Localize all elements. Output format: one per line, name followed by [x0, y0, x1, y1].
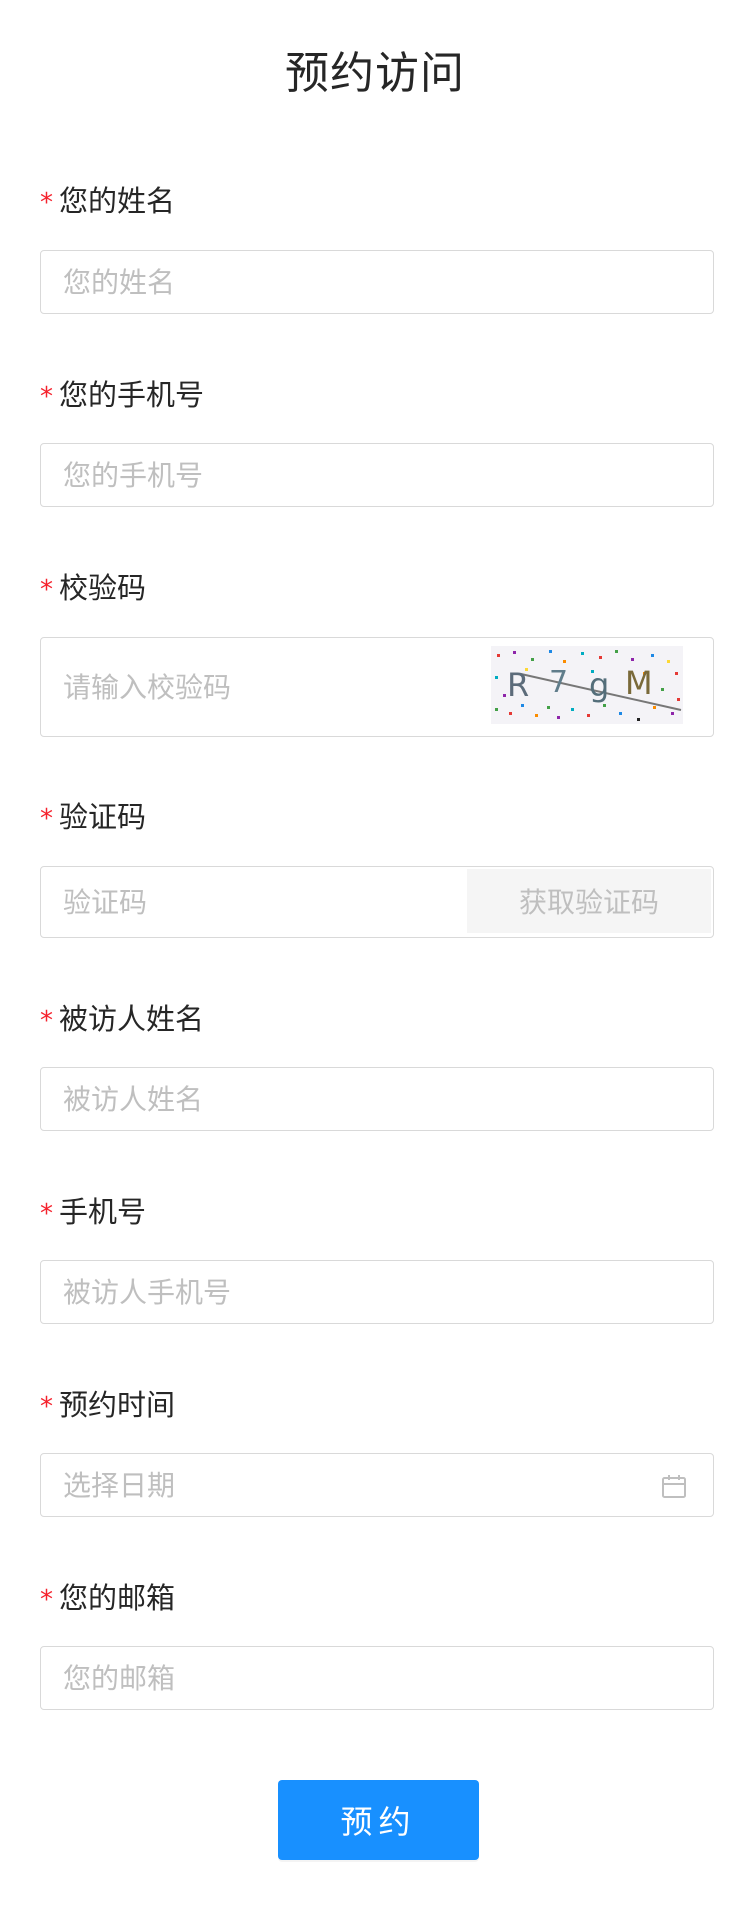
visitee-phone-label-text: 手机号	[59, 1195, 147, 1229]
get-sms-code-button[interactable]: 获取验证码	[467, 869, 711, 933]
visitee-phone-input[interactable]	[63, 1261, 683, 1323]
reserve-button[interactable]: 预约	[278, 1780, 479, 1860]
phone-input[interactable]	[63, 444, 683, 506]
captcha-char: 7	[549, 665, 568, 700]
visitee-name-field[interactable]	[40, 1067, 714, 1131]
captcha-label: * 校验码	[40, 568, 146, 612]
required-mark: *	[40, 382, 53, 412]
name-label-text: 您的姓名	[59, 184, 176, 218]
required-mark: *	[40, 1392, 53, 1422]
required-mark: *	[40, 575, 53, 605]
captcha-label-text: 校验码	[59, 571, 147, 605]
captcha-image[interactable]: R 7 g M	[491, 646, 683, 724]
email-label-text: 您的邮箱	[59, 1581, 176, 1615]
email-field[interactable]	[40, 1646, 714, 1710]
required-mark: *	[40, 1585, 53, 1615]
required-mark: *	[40, 1006, 53, 1036]
sms-code-field[interactable]: 获取验证码	[40, 866, 714, 938]
name-label: * 您的姓名	[40, 181, 175, 225]
required-mark: *	[40, 188, 53, 218]
visitee-name-label: * 被访人姓名	[40, 999, 204, 1043]
visitee-phone-field[interactable]	[40, 1260, 714, 1324]
sms-code-input[interactable]	[63, 867, 453, 937]
captcha-char: R	[507, 666, 529, 704]
name-field[interactable]	[40, 250, 714, 314]
visit-time-field[interactable]	[40, 1453, 714, 1517]
name-input[interactable]	[63, 251, 683, 313]
email-label: * 您的邮箱	[40, 1578, 175, 1622]
captcha-char: g	[589, 666, 609, 704]
required-mark: *	[40, 1199, 53, 1229]
email-input[interactable]	[63, 1647, 683, 1709]
phone-label: * 您的手机号	[40, 375, 204, 419]
page-title: 预约访问	[285, 48, 465, 99]
reservation-page: 预约访问 *您的姓名 *您的手机号 *校验码	[0, 0, 750, 1916]
visitee-name-input[interactable]	[63, 1068, 683, 1130]
sms-code-label: * 验证码	[40, 797, 146, 841]
visitee-name-label-text: 被访人姓名	[59, 1002, 205, 1036]
captcha-field[interactable]: R 7 g M	[40, 637, 714, 737]
phone-field[interactable]	[40, 443, 714, 507]
captcha-input[interactable]	[63, 638, 463, 736]
required-mark: *	[40, 804, 53, 834]
captcha-char: M	[625, 664, 653, 702]
phone-label-text: 您的手机号	[59, 378, 205, 412]
visit-time-label-text: 预约时间	[59, 1388, 176, 1422]
visitee-phone-label: * 手机号	[40, 1192, 146, 1236]
date-picker-input[interactable]	[63, 1454, 623, 1516]
sms-code-label-text: 验证码	[59, 800, 147, 834]
visit-time-label: * 预约时间	[40, 1385, 175, 1429]
calendar-icon[interactable]	[661, 1474, 687, 1500]
captcha-graphic: R 7 g M	[495, 650, 682, 721]
